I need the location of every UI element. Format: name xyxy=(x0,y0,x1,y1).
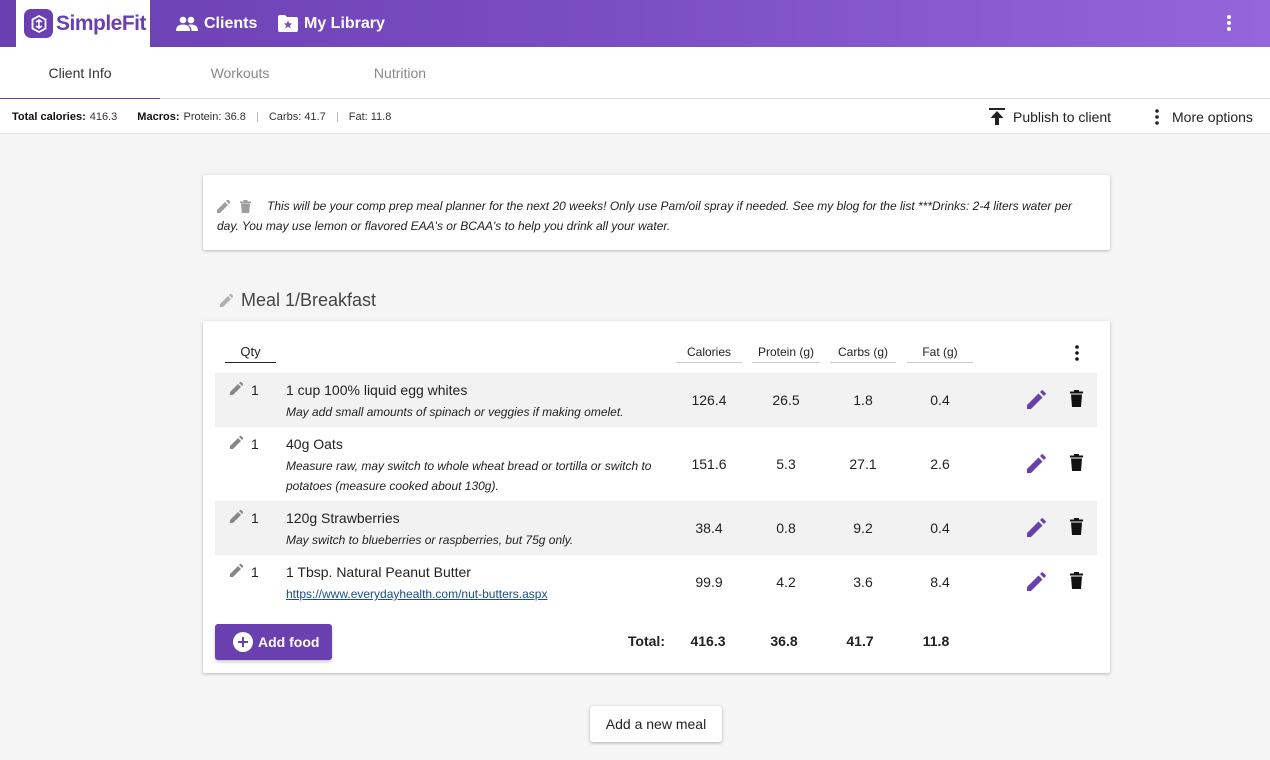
total-label: Total: xyxy=(627,633,665,649)
macro-carbs: Carbs: 41.7 xyxy=(268,110,326,123)
tab-nutrition[interactable]: Nutrition xyxy=(320,47,480,99)
food-fat: 0.4 xyxy=(930,520,950,536)
food-name: 120g Strawberries xyxy=(286,510,400,526)
edit-qty-pencil-icon[interactable] xyxy=(230,564,243,577)
nav-my-library[interactable]: My Library xyxy=(278,0,385,47)
column-header-fat: Fat (g) xyxy=(907,343,973,363)
meal-options-icon[interactable] xyxy=(1067,343,1087,363)
column-header-protein: Protein (g) xyxy=(752,343,820,363)
publish-label: Publish to client xyxy=(1013,108,1112,125)
add-food-label: Add food xyxy=(258,634,320,650)
food-note: May switch to blueberries or raspberries… xyxy=(286,533,574,547)
folder-star-icon xyxy=(278,15,298,32)
more-vert-icon xyxy=(1155,108,1159,125)
macro-fat: Fat: 11.8 xyxy=(348,110,392,123)
delete-food-icon[interactable] xyxy=(1070,390,1083,407)
delete-note-trash-icon[interactable] xyxy=(240,200,251,214)
food-protein: 26.5 xyxy=(772,392,800,408)
meal-plan-note-card: This will be your comp prep meal planner… xyxy=(203,175,1110,250)
people-icon xyxy=(176,16,198,31)
total-fat: 11.8 xyxy=(922,633,950,649)
tab-bar: Client Info Workouts Nutrition xyxy=(0,47,1270,100)
food-name: 1 cup 100% liquid egg whites xyxy=(286,382,468,398)
tab-client-info[interactable]: Client Info xyxy=(0,47,160,100)
food-row: 1 40g Oats Measure raw, may switch to wh… xyxy=(215,427,1097,501)
edit-meal-title-pencil-icon[interactable] xyxy=(220,294,233,307)
publish-to-client-button[interactable]: Publish to client xyxy=(989,99,1111,134)
edit-qty-pencil-icon[interactable] xyxy=(230,436,243,449)
edit-food-icon[interactable] xyxy=(1027,390,1046,409)
food-qty: 1 xyxy=(251,436,259,452)
delete-food-icon[interactable] xyxy=(1070,518,1083,535)
food-row: 1 1 cup 100% liquid egg whites May add s… xyxy=(215,373,1097,427)
divider xyxy=(336,111,338,122)
meal-title-text: Meal 1/Breakfast xyxy=(241,290,377,310)
edit-note-pencil-icon[interactable] xyxy=(217,200,230,214)
add-circle-icon xyxy=(233,632,253,652)
column-header-carbs: Carbs (g) xyxy=(830,343,896,363)
food-carbs: 27.1 xyxy=(849,456,877,472)
add-new-meal-button[interactable]: Add a new meal xyxy=(590,706,722,742)
food-fat: 8.4 xyxy=(930,574,950,590)
nutrition-summary-bar: Total calories: 416.3 Macros: Protein: 3… xyxy=(0,99,1270,134)
edit-qty-pencil-icon[interactable] xyxy=(230,382,243,395)
food-fat: 0.4 xyxy=(930,392,950,408)
food-row: 1 1 Tbsp. Natural Peanut Butter https://… xyxy=(215,555,1097,609)
app-name: SimpleFit xyxy=(56,11,147,35)
food-carbs: 9.2 xyxy=(853,520,873,536)
logo-icon xyxy=(24,9,53,38)
food-calories: 151.6 xyxy=(691,456,727,472)
delete-food-icon[interactable] xyxy=(1070,454,1083,471)
meal-card: Qty Calories Protein (g) Carbs (g) Fat (… xyxy=(203,321,1110,673)
delete-food-icon[interactable] xyxy=(1070,572,1083,589)
food-protein: 4.2 xyxy=(776,574,796,590)
food-name: 1 Tbsp. Natural Peanut Butter xyxy=(286,564,471,580)
edit-food-icon[interactable] xyxy=(1027,518,1046,537)
food-calories: 38.4 xyxy=(695,520,723,536)
macros-label: Macros: xyxy=(137,110,180,123)
food-protein: 0.8 xyxy=(776,520,796,536)
column-header-qty: Qty xyxy=(225,343,276,363)
food-note: May add small amounts of spinach or vegg… xyxy=(286,405,624,419)
more-options-label: More options xyxy=(1172,108,1253,125)
food-name: 40g Oats xyxy=(286,436,343,452)
edit-qty-pencil-icon[interactable] xyxy=(230,510,243,523)
food-qty: 1 xyxy=(251,564,259,580)
total-calories-value: 416.3 xyxy=(89,110,118,123)
top-app-bar: SimpleFit Clients My Library xyxy=(0,0,1270,47)
food-carbs: 3.6 xyxy=(853,574,873,590)
nav-clients[interactable]: Clients xyxy=(176,0,257,47)
tab-workouts[interactable]: Workouts xyxy=(160,47,320,99)
nav-library-label: My Library xyxy=(304,14,385,32)
food-qty: 1 xyxy=(251,382,259,398)
nav-clients-label: Clients xyxy=(204,14,258,32)
total-carbs: 41.7 xyxy=(846,633,874,649)
edit-food-icon[interactable] xyxy=(1027,572,1046,591)
app-logo[interactable]: SimpleFit xyxy=(16,0,150,47)
note-text: This will be your comp prep meal planner… xyxy=(217,199,1073,233)
food-link[interactable]: https://www.everydayhealth.com/nut-butte… xyxy=(286,587,547,601)
column-header-calories: Calories xyxy=(676,343,742,363)
meal-title: Meal 1/Breakfast xyxy=(220,290,376,311)
food-protein: 5.3 xyxy=(776,456,796,472)
divider xyxy=(256,111,258,122)
food-row: 1 120g Strawberries May switch to bluebe… xyxy=(215,501,1097,555)
app-menu-icon[interactable] xyxy=(1218,12,1240,34)
food-qty: 1 xyxy=(251,510,259,526)
food-fat: 2.6 xyxy=(930,456,950,472)
add-food-button[interactable]: Add food xyxy=(215,624,332,660)
total-calories: 416.3 xyxy=(690,633,726,649)
total-protein: 36.8 xyxy=(770,633,798,649)
edit-food-icon[interactable] xyxy=(1027,454,1046,473)
food-calories: 99.9 xyxy=(695,574,723,590)
food-carbs: 1.8 xyxy=(853,392,873,408)
publish-icon xyxy=(989,108,1005,125)
total-calories-label: Total calories: xyxy=(12,110,86,123)
food-calories: 126.4 xyxy=(691,392,727,408)
macro-protein: Protein: 36.8 xyxy=(183,110,246,123)
food-note: Measure raw, may switch to whole wheat b… xyxy=(286,459,652,493)
more-options-button[interactable]: More options xyxy=(1150,99,1253,134)
